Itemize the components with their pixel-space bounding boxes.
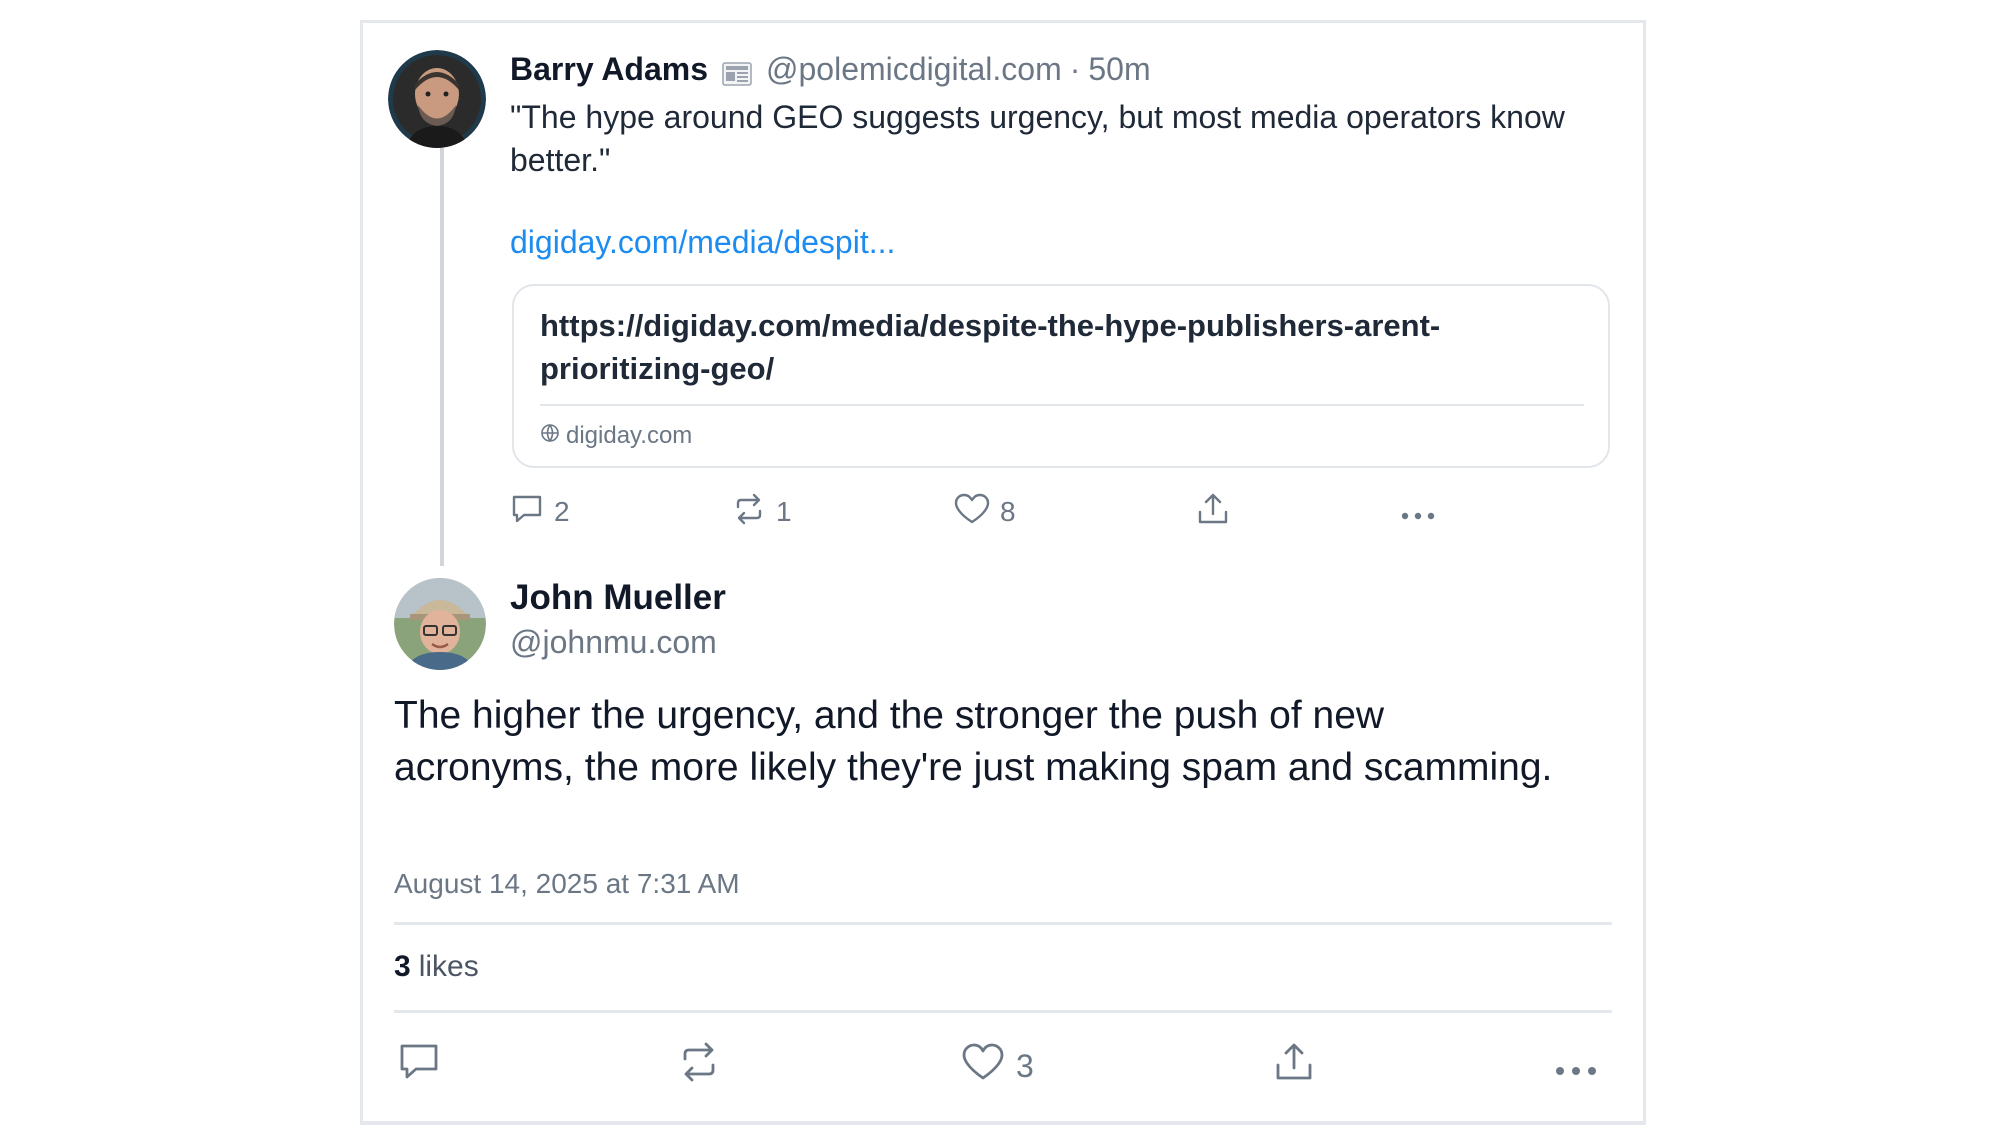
like-count: 3 xyxy=(1016,1047,1034,1084)
link-preview-card[interactable]: https://digiday.com/media/despite-the-hy… xyxy=(512,284,1610,468)
link-preview-domain-row: digiday.com xyxy=(540,422,692,450)
share-button[interactable] xyxy=(1274,1042,1314,1090)
like-button[interactable]: 8 xyxy=(954,492,1016,532)
share-icon xyxy=(1196,492,1230,533)
author-handle[interactable]: @johnmu.com xyxy=(510,624,717,661)
more-options-button[interactable] xyxy=(1554,1042,1598,1090)
reply-icon xyxy=(398,1042,440,1090)
post-link[interactable]: digiday.com/media/despit... xyxy=(510,224,895,261)
author-handle[interactable]: @polemicdigital.com xyxy=(766,51,1062,88)
avatar[interactable] xyxy=(394,578,486,670)
author-name[interactable]: Barry Adams xyxy=(510,51,708,88)
card-bottom-border xyxy=(360,1121,1646,1125)
repost-icon xyxy=(678,1042,720,1090)
globe-icon xyxy=(540,422,566,450)
likes-summary[interactable]: 3 likes xyxy=(394,950,479,984)
main-post-text: The higher the urgency, and the stronger… xyxy=(394,694,1553,789)
repost-icon xyxy=(732,493,766,532)
reply-icon xyxy=(510,493,544,532)
divider xyxy=(394,922,1612,925)
link-preview-domain: digiday.com xyxy=(566,422,693,449)
link-preview-divider xyxy=(540,404,1584,406)
newspaper-badge-icon xyxy=(722,57,752,86)
post-time-ago[interactable]: 50m xyxy=(1088,51,1150,88)
repost-count: 1 xyxy=(776,496,792,527)
reply-count: 2 xyxy=(554,496,570,527)
share-button[interactable] xyxy=(1196,492,1230,532)
reply-button[interactable]: 2 xyxy=(510,492,570,532)
repost-button[interactable] xyxy=(678,1042,720,1090)
thread-card xyxy=(360,20,1646,1125)
likes-count: 3 xyxy=(394,950,411,983)
likes-label: likes xyxy=(418,950,479,983)
separator-dot: · xyxy=(1069,50,1081,87)
parent-post-header: Barry Adams @polemicdigital.com · 50m xyxy=(510,48,1151,90)
more-options-button[interactable] xyxy=(1400,492,1436,532)
more-icon xyxy=(1554,1048,1598,1085)
parent-post-text: "The hype around GEO suggests urgency, b… xyxy=(510,99,1565,178)
share-icon xyxy=(1274,1041,1314,1091)
author-name[interactable]: John Mueller xyxy=(510,578,726,618)
thread-connector-line xyxy=(440,148,444,566)
heart-icon xyxy=(954,493,990,532)
repost-button[interactable]: 1 xyxy=(732,492,792,532)
heart-icon xyxy=(962,1043,1004,1089)
post-timestamp[interactable]: August 14, 2025 at 7:31 AM xyxy=(394,868,740,900)
more-icon xyxy=(1400,496,1436,528)
link-preview-title: https://digiday.com/media/despite-the-hy… xyxy=(540,308,1441,386)
like-button[interactable]: 3 xyxy=(962,1042,1034,1090)
avatar[interactable] xyxy=(388,50,486,148)
divider xyxy=(394,1010,1612,1013)
reply-button[interactable] xyxy=(398,1042,440,1090)
like-count: 8 xyxy=(1000,496,1016,527)
